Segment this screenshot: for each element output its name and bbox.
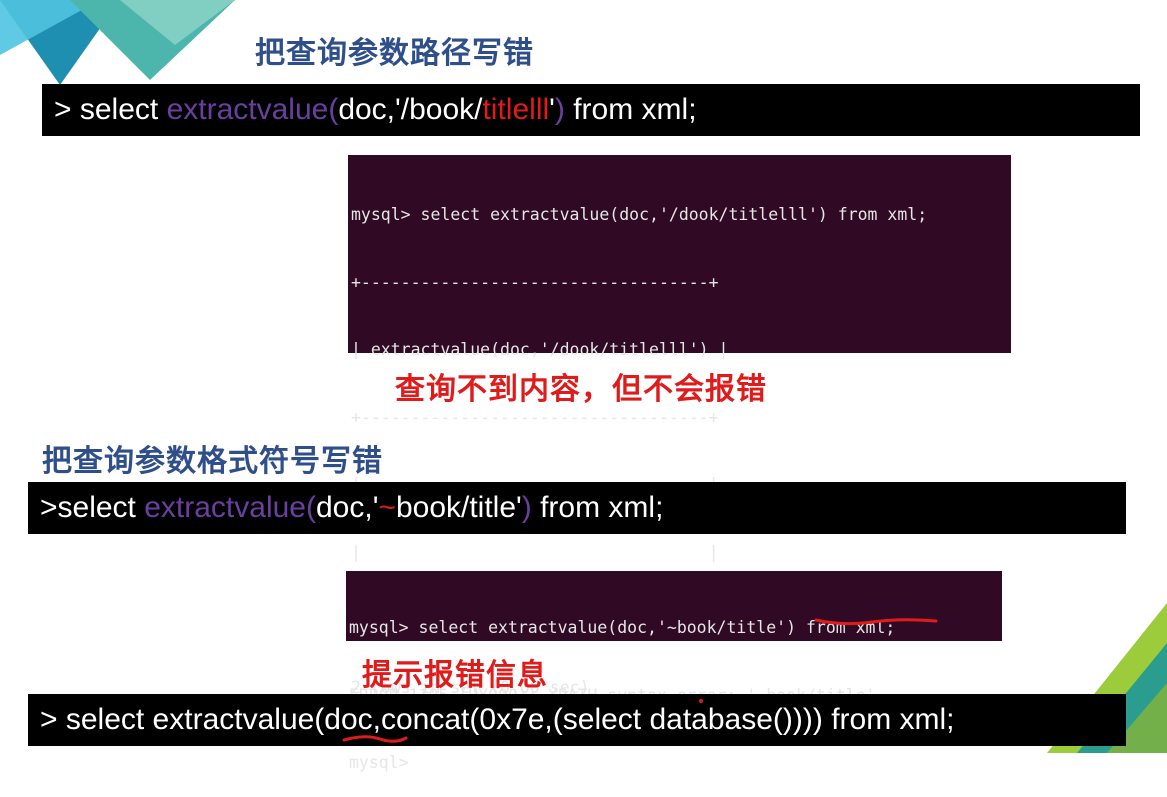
cmd-paren-open: ( [328,93,339,126]
section2-heading: 把查询参数格式符号写错 [42,444,383,479]
red-dot-annotation [699,699,703,703]
terminal-line: mysql> select extractvalue(doc,'/dook/ti… [351,205,928,224]
section1-heading: 把查询参数路径写错 [255,36,534,71]
terminal-line: | | [351,542,719,562]
terminal-line: | extractvalue(doc,'/dook/titlelll') | [351,340,729,359]
red-underline-annotation [814,618,938,626]
cmd-text: > select extractvalue(doc,concat(0x7e,(s… [40,703,955,736]
cmd-arg-end: book/title' [395,491,522,524]
section3-command-bar: > select extractvalue(doc,concat(0x7e,(s… [28,694,1126,746]
section1-note: 查询不到内容，但不会报错 [395,372,767,407]
section1-terminal: mysql> select extractvalue(doc,'/dook/ti… [348,155,1011,697]
cmd-paren-close: ) [554,93,565,126]
cmd-function: extractvalue [166,93,329,126]
cmd-suffix: from xml; [564,93,697,126]
cmd-arg: doc,' [315,491,379,524]
terminal-line: +-----------------------------------+ [351,407,719,427]
cmd-prefix: >select [40,491,145,524]
terminal-line: +-----------------------------------+ [351,272,719,292]
section2-note: 提示报错信息 [362,658,548,693]
cmd-paren-close: ) [521,491,532,524]
cmd-suffix: from xml; [531,491,664,524]
cmd-paren-open: ( [305,491,316,524]
cmd-arg: doc,'/book/ [338,93,483,126]
terminal-line: mysql> [349,753,409,772]
section2-terminal: mysql> select extractvalue(doc,'~book/ti… [346,571,1002,772]
decor-top-left [0,0,235,85]
cmd-arg-error: ~ [378,491,396,524]
section2-command-bar: >select extractvalue(doc,' ~ book/title') … [28,482,1126,534]
section1-command-bar: > select extractvalue(doc,'/book/titlell… [42,84,1140,136]
cmd-prefix: > select [54,93,167,126]
cmd-function: extractvalue [144,491,306,524]
cmd-arg-error: titlelll [482,93,550,126]
red-underline-annotation [342,735,408,743]
